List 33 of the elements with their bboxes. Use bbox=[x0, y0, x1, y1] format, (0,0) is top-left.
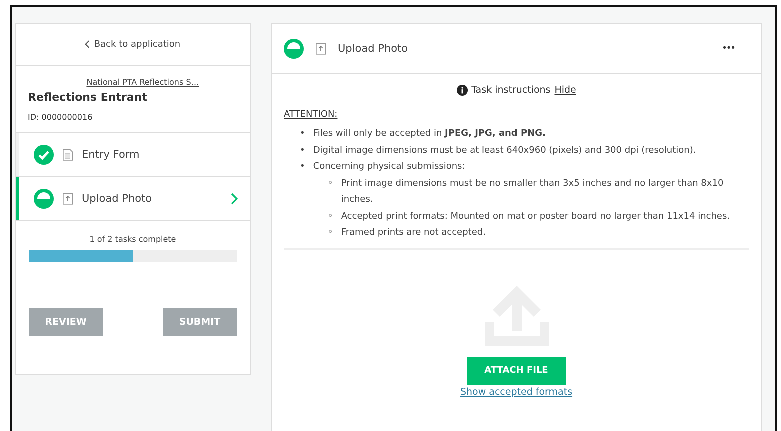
hide-link[interactable]: Hide bbox=[554, 85, 576, 96]
list-item: Digital image dimensions must be at least 640x960 (pixels) and 300 dpi (resolution). bbox=[313, 144, 696, 158]
bullet: ◦ bbox=[328, 178, 334, 190]
task-title: Upload Photo bbox=[338, 42, 410, 54]
info-icon bbox=[456, 85, 468, 96]
bullet: • bbox=[300, 128, 306, 141]
list-item: Accepted print formats: Mounted on mat or poster board no larger than 11x14 inches. bbox=[341, 210, 730, 224]
upload-file-icon bbox=[63, 192, 73, 204]
chevron-left-icon bbox=[85, 40, 90, 49]
bullet: ◦ bbox=[328, 227, 334, 240]
entrant-title: Reflections Entrant bbox=[28, 91, 148, 104]
back-link[interactable]: Back to application bbox=[85, 40, 181, 50]
list-item: Files will only be accepted in JPEG, JPG, and PNG. bbox=[313, 128, 546, 141]
upload-file-icon bbox=[316, 42, 326, 54]
list-item: Concerning physical submissions: bbox=[313, 161, 466, 174]
more-menu-button[interactable]: ••• bbox=[708, 44, 749, 54]
list-item: Framed prints are not accepted. bbox=[341, 227, 486, 240]
bullet: • bbox=[300, 144, 306, 158]
task-label: Entry Form bbox=[82, 148, 141, 160]
task-label: Upload Photo bbox=[82, 192, 154, 204]
chevron-right-icon bbox=[231, 192, 238, 204]
task-item[interactable]: Entry Form bbox=[16, 133, 250, 177]
attention-heading: ATTENTION: bbox=[284, 110, 339, 120]
bullet: ◦ bbox=[328, 210, 334, 224]
document-icon bbox=[63, 148, 73, 160]
task-item[interactable]: Upload Photo bbox=[16, 177, 250, 221]
show-formats-link[interactable]: Show accepted formats bbox=[460, 386, 573, 398]
id-text: ID: 0000000016 bbox=[28, 113, 94, 122]
instructions-label: Task instructions bbox=[472, 85, 551, 96]
bullet: • bbox=[300, 161, 306, 174]
progress-label: 1 of 2 tasks complete bbox=[88, 235, 178, 244]
list-item: Print image dimensions must be no smaller than 3x5 inches and no larger than 8x10 inches. bbox=[341, 178, 725, 207]
program-link[interactable]: National PTA Reflections S… bbox=[86, 78, 200, 87]
